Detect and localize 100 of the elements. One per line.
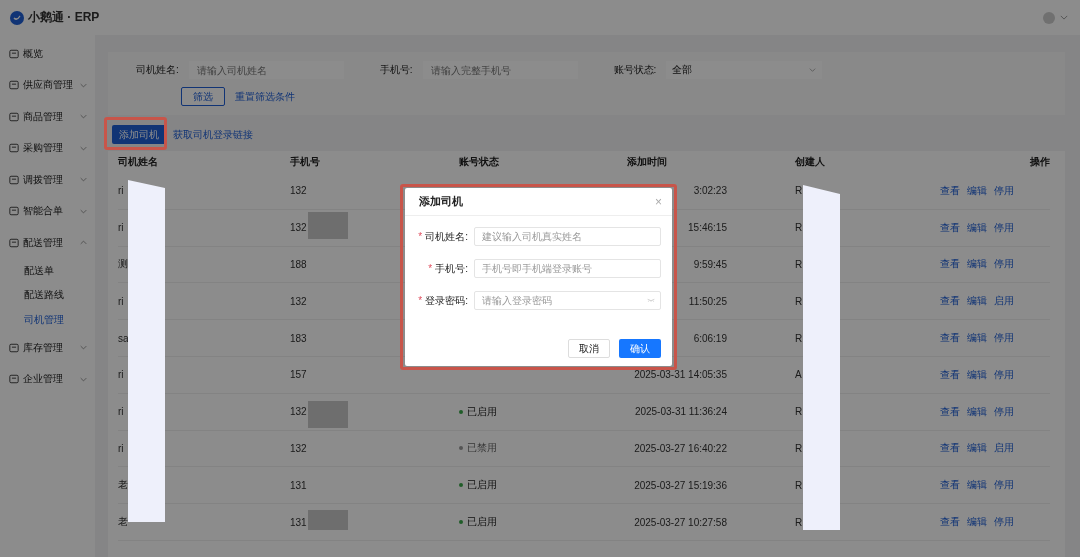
form-label: * 司机姓名: — [417, 229, 469, 244]
row-action-link[interactable]: 停用 — [994, 220, 1014, 235]
row-action-link[interactable]: 编辑 — [967, 441, 987, 456]
row-action-link[interactable]: 启用 — [994, 441, 1014, 456]
input-field[interactable]: 手机号即手机端登录账号 — [474, 259, 661, 278]
row-action-link[interactable]: 编辑 — [967, 257, 987, 272]
row-action-link[interactable]: 查看 — [940, 478, 960, 493]
row-action-link[interactable]: 查看 — [940, 294, 960, 309]
form-label: * 登录密码: — [417, 293, 469, 308]
menu-icon — [9, 111, 19, 122]
nav-item[interactable]: 配送管理 — [0, 227, 95, 259]
row-action-link[interactable]: 编辑 — [967, 515, 987, 530]
menu-icon — [9, 237, 19, 248]
eye-icon[interactable] — [647, 298, 655, 302]
add-driver-button[interactable]: 添加司机 — [112, 125, 166, 144]
column-header: 创建人 — [795, 155, 826, 169]
table-cell: 2025-03-27 10:27:58 — [634, 516, 727, 528]
row-action-link[interactable]: 查看 — [940, 331, 960, 346]
caret-icon — [809, 68, 817, 72]
row-action-link[interactable]: 编辑 — [967, 367, 987, 382]
menu-icon — [9, 80, 19, 91]
row-action-link[interactable]: 查看 — [940, 404, 960, 419]
table-cell: 2025-03-27 16:40:22 — [634, 442, 727, 454]
nav-item[interactable]: 商品管理 — [0, 101, 95, 133]
row-action-link[interactable]: 编辑 — [967, 331, 987, 346]
logo-icon — [10, 10, 24, 25]
table-cell: R — [795, 259, 803, 270]
row-action-link[interactable]: 停用 — [994, 367, 1014, 382]
table-cell: 2025-03-31 14:05:35 — [634, 369, 727, 381]
table-cell: 老 — [118, 478, 128, 493]
menu-icon — [9, 143, 19, 154]
table-cell: 132 — [290, 295, 307, 307]
nav-item[interactable]: 库存管理 — [0, 332, 95, 364]
table-cell: 183 — [290, 332, 307, 344]
row-action-link[interactable]: 编辑 — [967, 183, 987, 198]
row-action-link[interactable]: 查看 — [940, 257, 960, 272]
cancel-button[interactable]: 取消 — [568, 339, 610, 358]
row-action-link[interactable]: 查看 — [940, 515, 960, 530]
table-cell: 132 — [290, 185, 307, 197]
table-cell: ri — [118, 406, 124, 418]
row-action-link[interactable]: 查看 — [940, 183, 960, 198]
login-link[interactable]: 获取司机登录链接 — [173, 127, 253, 142]
table-cell: 11:50:25 — [688, 295, 727, 307]
row-action-link[interactable]: 停用 — [994, 515, 1014, 530]
row-action-link[interactable]: 编辑 — [967, 294, 987, 309]
reset-link[interactable]: 重置筛选条件 — [235, 89, 295, 104]
row-action-link[interactable]: 停用 — [994, 331, 1014, 346]
row-action-link[interactable]: 查看 — [940, 220, 960, 235]
menu-icon — [9, 174, 19, 185]
row-action-link[interactable]: 停用 — [994, 183, 1014, 198]
nav-subitem[interactable]: 配送单 — [0, 258, 95, 283]
nav-item[interactable]: 概览 — [0, 38, 95, 70]
nav-subitem[interactable]: 配送路线 — [0, 283, 95, 308]
column-header: 操作 — [1030, 155, 1050, 169]
table-cell: ri — [118, 442, 124, 454]
row-action-link[interactable]: 编辑 — [967, 220, 987, 235]
column-header: 账号状态 — [459, 155, 500, 169]
table-cell: R — [795, 222, 803, 234]
close-button[interactable]: × — [655, 195, 662, 208]
nav-item[interactable]: 供应商管理 — [0, 69, 95, 101]
row-action-link[interactable]: 编辑 — [967, 478, 987, 493]
table-cell: ri — [118, 222, 124, 234]
row-action-link[interactable]: 停用 — [994, 257, 1014, 272]
nav-item[interactable]: 智能合单 — [0, 195, 95, 227]
caret-icon[interactable] — [1060, 15, 1068, 20]
table-cell: 131 — [290, 479, 307, 491]
confirm-button[interactable]: 确认 — [619, 339, 661, 358]
input-field[interactable]: 建议输入司机真实姓名 — [474, 227, 661, 246]
table-cell: 188 — [290, 259, 307, 270]
row-action-link[interactable]: 停用 — [994, 404, 1014, 419]
row-action-link[interactable]: 启用 — [994, 294, 1014, 309]
menu-icon — [9, 342, 19, 353]
filter-label: 手机号: — [379, 63, 413, 77]
filter-button[interactable]: 筛选 — [181, 87, 225, 106]
table-cell: 157 — [290, 369, 307, 381]
status-text: 已启用 — [467, 478, 497, 493]
table-cell: 132 — [290, 442, 307, 454]
table-cell: 131 — [290, 516, 307, 528]
row-action-link[interactable]: 停用 — [994, 478, 1014, 493]
nav-item[interactable]: 采购管理 — [0, 132, 95, 164]
table-cell: 2025-03-27 15:19:36 — [634, 479, 727, 491]
table-cell: R — [795, 295, 803, 307]
avatar[interactable] — [1043, 11, 1055, 24]
row-action-link[interactable]: 查看 — [940, 441, 960, 456]
nav-subitem[interactable]: 司机管理 — [0, 307, 95, 332]
menu-icon — [9, 48, 19, 59]
nav-item[interactable]: 企业管理 — [0, 363, 95, 395]
nav-item[interactable]: 调拨管理 — [0, 164, 95, 196]
row-action-link[interactable]: 查看 — [940, 367, 960, 382]
table-cell: 132 — [290, 222, 307, 234]
table-cell: R — [795, 442, 803, 454]
table-cell: 6:06:19 — [693, 332, 727, 344]
table-cell: ri — [118, 369, 124, 381]
column-header: 添加时间 — [627, 155, 668, 169]
table-cell: 测 — [118, 257, 128, 272]
row-action-link[interactable]: 编辑 — [967, 404, 987, 419]
table-cell: 9:59:45 — [693, 259, 727, 270]
menu-icon — [9, 374, 19, 385]
password-field[interactable]: 请输入登录密码 — [474, 291, 661, 310]
table-cell: 2025-03-31 11:36:24 — [634, 406, 727, 418]
